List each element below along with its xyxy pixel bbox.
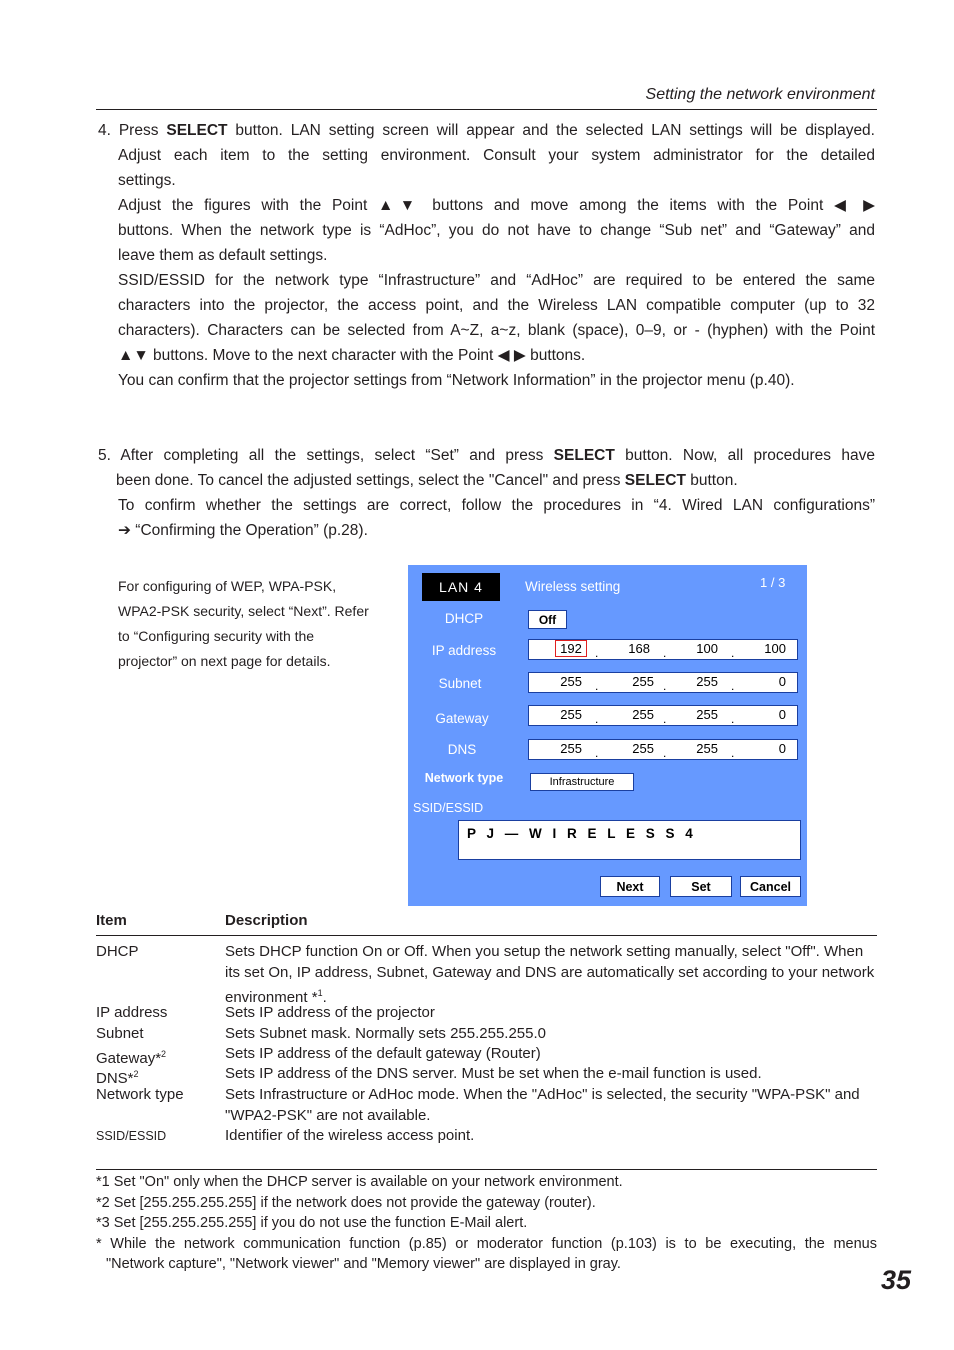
ip-octet[interactable]: 192 bbox=[555, 640, 587, 657]
dhcp-field[interactable]: Off bbox=[528, 610, 567, 629]
cancel-button[interactable]: Cancel bbox=[740, 876, 801, 897]
wireless-setting-screen: LAN 4 Wireless setting 1 / 3 DHCP Off IP… bbox=[408, 565, 807, 906]
step-5-line: been done. To cancel the adjusted settin… bbox=[116, 472, 738, 489]
ip-octet[interactable]: 100 bbox=[682, 641, 718, 656]
row-item: SSID/ESSID bbox=[96, 1129, 168, 1143]
octet-dot: . bbox=[663, 646, 667, 660]
footnote-divider bbox=[96, 1169, 877, 1170]
row-description: Identifier of the wireless access point. bbox=[225, 1127, 475, 1144]
dns-octet[interactable]: 0 bbox=[750, 741, 786, 756]
step-4-line: buttons. When the network type is “AdHoc… bbox=[118, 222, 875, 239]
footnote: *3 Set [255.255.255.255] if you do not u… bbox=[96, 1215, 528, 1231]
ip-address-label: IP address bbox=[431, 643, 497, 658]
item-column-header: Item bbox=[96, 912, 127, 929]
page-indicator: 1 / 3 bbox=[760, 575, 786, 590]
octet-dot: . bbox=[663, 712, 667, 726]
footnote: "Network capture", "Network viewer" and … bbox=[106, 1256, 621, 1272]
dns-label: DNS bbox=[447, 742, 477, 757]
step-4-line: leave them as default settings. bbox=[118, 247, 328, 264]
network-type-label: Network type bbox=[424, 771, 504, 785]
step-4-line: 4. Press SELECT button. LAN setting scre… bbox=[98, 122, 875, 139]
note-line: WPA2-PSK security, select “Next”. Refer bbox=[118, 603, 369, 619]
table-row: DHCP Sets DHCP function On or Off. When … bbox=[96, 943, 875, 1006]
network-type-field[interactable]: Infrastructure bbox=[530, 773, 634, 791]
row-item: DHCP bbox=[96, 943, 140, 960]
step-4-line: characters). Characters can be selected … bbox=[118, 322, 875, 339]
step-4-line: characters into the projector, the acces… bbox=[118, 297, 875, 314]
step-4-line: settings. bbox=[118, 172, 176, 189]
screen-title: Wireless setting bbox=[525, 579, 621, 594]
gateway-field[interactable]: 255 . 255 . 255 . 0 bbox=[528, 705, 798, 726]
step-4: 4. Press SELECT button. LAN setting scre… bbox=[98, 118, 875, 393]
footnote: *2 Set [255.255.255.255] if the network … bbox=[96, 1195, 596, 1211]
note-line: projector” on next page for details. bbox=[118, 653, 331, 669]
dhcp-label: DHCP bbox=[444, 611, 484, 626]
row-item: Network type bbox=[96, 1086, 185, 1103]
dns-octet[interactable]: 255 bbox=[546, 741, 582, 756]
ssid-input[interactable]: P J — W I R E L E S S 4 bbox=[458, 820, 801, 860]
octet-dot: . bbox=[731, 646, 735, 660]
security-note: For configuring of WEP, WPA-PSK, WPA2-PS… bbox=[118, 574, 378, 674]
subnet-label: Subnet bbox=[438, 676, 482, 691]
row-description: Sets Infrastructure or AdHoc mode. When … bbox=[225, 1086, 860, 1124]
step-4-line: ▲▼ buttons. Move to the next character w… bbox=[118, 347, 586, 364]
step-4-line: Adjust each item to the setting environm… bbox=[118, 147, 875, 164]
ssid-value: P J — W I R E L E S S 4 bbox=[467, 826, 695, 841]
octet-dot: . bbox=[595, 679, 599, 693]
row-description: Sets Subnet mask. Normally sets 255.255.… bbox=[225, 1025, 547, 1042]
section-title: Setting the network environment bbox=[645, 86, 875, 103]
table-header-divider bbox=[96, 935, 877, 936]
subnet-octet[interactable]: 255 bbox=[546, 674, 582, 689]
gateway-label: Gateway bbox=[435, 711, 489, 726]
note-line: to “Configuring security with the bbox=[118, 628, 315, 644]
octet-dot: . bbox=[663, 746, 667, 760]
gateway-octet[interactable]: 0 bbox=[750, 707, 786, 722]
table-row: Network type Sets Infrastructure or AdHo… bbox=[96, 1085, 877, 1126]
step-4-line: Adjust the figures with the Point ▲▼ but… bbox=[118, 197, 875, 214]
table-row: IP address Sets IP address of the projec… bbox=[96, 1003, 877, 1024]
step-4-line: You can confirm that the projector setti… bbox=[118, 372, 795, 389]
subnet-octet[interactable]: 0 bbox=[750, 674, 786, 689]
row-description: Sets IP address of the projector bbox=[225, 1004, 435, 1021]
table-row: Subnet Sets Subnet mask. Normally sets 2… bbox=[96, 1024, 877, 1045]
subnet-octet[interactable]: 255 bbox=[682, 674, 718, 689]
step-5: 5. After completing all the settings, se… bbox=[98, 443, 875, 543]
octet-dot: . bbox=[663, 679, 667, 693]
table-row: SSID/ESSID Identifier of the wireless ac… bbox=[96, 1126, 877, 1147]
dns-octet[interactable]: 255 bbox=[618, 741, 654, 756]
step-4-line: SSID/ESSID for the network type “Infrast… bbox=[118, 272, 875, 289]
subnet-octet[interactable]: 255 bbox=[618, 674, 654, 689]
octet-dot: . bbox=[595, 712, 599, 726]
step-5-line: ➔ “Confirming the Operation” (p.28). bbox=[118, 522, 368, 539]
row-item: IP address bbox=[96, 1004, 169, 1021]
description-column-header: Description bbox=[225, 912, 308, 929]
ip-octet[interactable]: 100 bbox=[750, 641, 786, 656]
octet-dot: . bbox=[595, 746, 599, 760]
dns-field[interactable]: 255 . 255 . 255 . 0 bbox=[528, 739, 798, 760]
row-item: Subnet bbox=[96, 1025, 145, 1042]
dns-octet[interactable]: 255 bbox=[682, 741, 718, 756]
gateway-octet[interactable]: 255 bbox=[682, 707, 718, 722]
note-line: For configuring of WEP, WPA-PSK, bbox=[118, 578, 337, 594]
lan-badge: LAN 4 bbox=[422, 573, 500, 601]
ip-address-field[interactable]: 192 . 168 . 100 . 100 bbox=[528, 639, 798, 660]
gateway-octet[interactable]: 255 bbox=[618, 707, 654, 722]
footnote: * While the network communication functi… bbox=[96, 1236, 877, 1252]
page-number: 35 bbox=[880, 1265, 911, 1295]
ssid-label: SSID/ESSID bbox=[413, 801, 484, 815]
next-button[interactable]: Next bbox=[600, 876, 660, 897]
footnote: *1 Set "On" only when the DHCP server is… bbox=[96, 1174, 623, 1190]
set-button[interactable]: Set bbox=[670, 876, 732, 897]
gateway-octet[interactable]: 255 bbox=[546, 707, 582, 722]
ip-octet[interactable]: 168 bbox=[614, 641, 650, 656]
step-5-line: To confirm whether the settings are corr… bbox=[118, 497, 875, 514]
step-5-line: 5. After completing all the settings, se… bbox=[98, 447, 875, 464]
octet-dot: . bbox=[731, 746, 735, 760]
octet-dot: . bbox=[595, 646, 599, 660]
octet-dot: . bbox=[731, 679, 735, 693]
subnet-field[interactable]: 255 . 255 . 255 . 0 bbox=[528, 672, 798, 693]
octet-dot: . bbox=[731, 712, 735, 726]
header-divider bbox=[96, 109, 877, 110]
